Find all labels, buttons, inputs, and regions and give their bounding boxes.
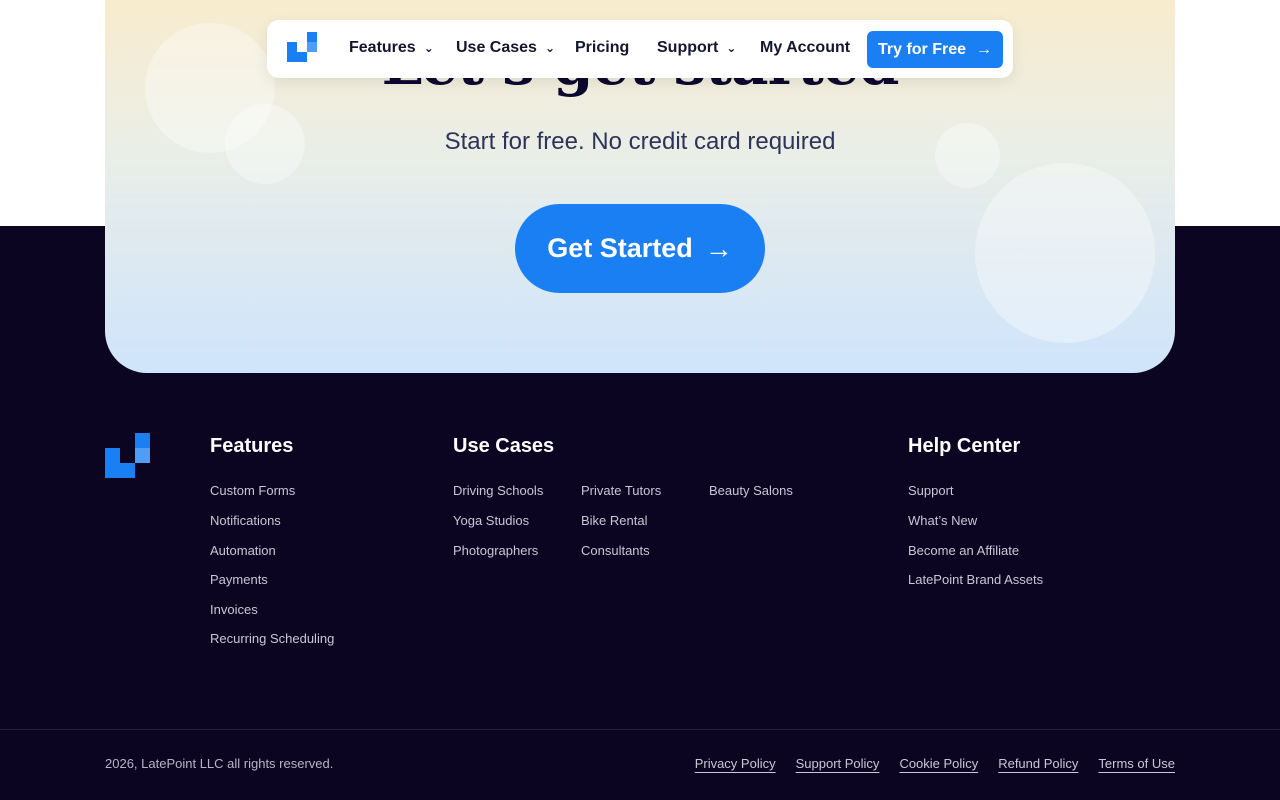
footer-link-private-tutors[interactable]: Private Tutors xyxy=(581,483,661,498)
support-policy-link[interactable]: Support Policy xyxy=(796,756,880,771)
chevron-down-icon: ⌄ xyxy=(726,41,737,55)
decor-bubble xyxy=(975,163,1155,343)
footer-features-heading: Features xyxy=(210,435,294,457)
nav-support[interactable]: Support ⌄ xyxy=(657,39,736,57)
try-for-free-button[interactable]: Try for Free → xyxy=(867,31,1003,68)
footer-link-photographers[interactable]: Photographers xyxy=(453,543,538,558)
terms-of-use-link[interactable]: Terms of Use xyxy=(1098,756,1175,771)
latepoint-logo-icon[interactable] xyxy=(287,32,317,62)
footer-use-cases-heading: Use Cases xyxy=(453,435,555,457)
arrow-right-icon: → xyxy=(976,40,993,58)
nav-support-label: Support xyxy=(657,39,719,56)
footer-link-whats-new[interactable]: What’s New xyxy=(908,513,977,528)
chevron-down-icon: ⌄ xyxy=(544,41,556,55)
footer-link-support[interactable]: Support xyxy=(908,483,954,498)
privacy-policy-link[interactable]: Privacy Policy xyxy=(695,756,776,771)
footer-link-recurring-scheduling[interactable]: Recurring Scheduling xyxy=(210,631,334,646)
nav-pricing-label: Pricing xyxy=(575,39,630,56)
nav-pricing[interactable]: Pricing xyxy=(575,39,629,57)
policy-links: Privacy Policy Support Policy Cookie Pol… xyxy=(695,756,1175,771)
footer-help-heading: Help Center xyxy=(908,435,1021,457)
footer-divider xyxy=(0,729,1280,730)
footer-link-yoga-studios[interactable]: Yoga Studios xyxy=(453,513,529,528)
footer-link-invoices[interactable]: Invoices xyxy=(210,602,258,617)
hero-subtitle: Start for free. No credit card required xyxy=(444,128,836,155)
top-navbar: Features ⌄ Use Cases ⌄ Pricing Support ⌄… xyxy=(267,20,1013,78)
footer-link-bike-rental[interactable]: Bike Rental xyxy=(581,513,647,528)
footer-link-affiliate[interactable]: Become an Affiliate xyxy=(908,543,1019,558)
latepoint-logo-icon[interactable] xyxy=(105,433,150,478)
footer-link-brand-assets[interactable]: LatePoint Brand Assets xyxy=(908,572,1043,587)
footer-link-payments[interactable]: Payments xyxy=(210,572,268,587)
refund-policy-link[interactable]: Refund Policy xyxy=(998,756,1078,771)
nav-features-label: Features xyxy=(349,39,416,56)
footer-link-custom-forms[interactable]: Custom Forms xyxy=(210,483,295,498)
footer-link-automation[interactable]: Automation xyxy=(210,543,276,558)
nav-use-cases-label: Use Cases xyxy=(456,39,537,56)
try-for-free-label: Try for Free xyxy=(877,40,967,58)
nav-my-account-label: My Account xyxy=(760,39,851,56)
nav-my-account[interactable]: My Account xyxy=(760,39,850,57)
footer-link-driving-schools[interactable]: Driving Schools xyxy=(453,483,543,498)
nav-use-cases[interactable]: Use Cases ⌄ xyxy=(456,39,555,57)
get-started-button[interactable]: Get Started → xyxy=(515,204,765,293)
copyright-text: 2026, LatePoint LLC all rights reserved. xyxy=(105,756,334,771)
footer-link-consultants[interactable]: Consultants xyxy=(581,543,650,558)
footer-link-beauty-salons[interactable]: Beauty Salons xyxy=(709,483,793,498)
arrow-right-icon: → xyxy=(704,232,733,264)
cookie-policy-link[interactable]: Cookie Policy xyxy=(899,756,978,771)
chevron-down-icon: ⌄ xyxy=(423,41,434,55)
nav-features[interactable]: Features ⌄ xyxy=(349,39,434,57)
footer-link-notifications[interactable]: Notifications xyxy=(210,513,281,528)
get-started-label: Get Started xyxy=(547,233,693,263)
